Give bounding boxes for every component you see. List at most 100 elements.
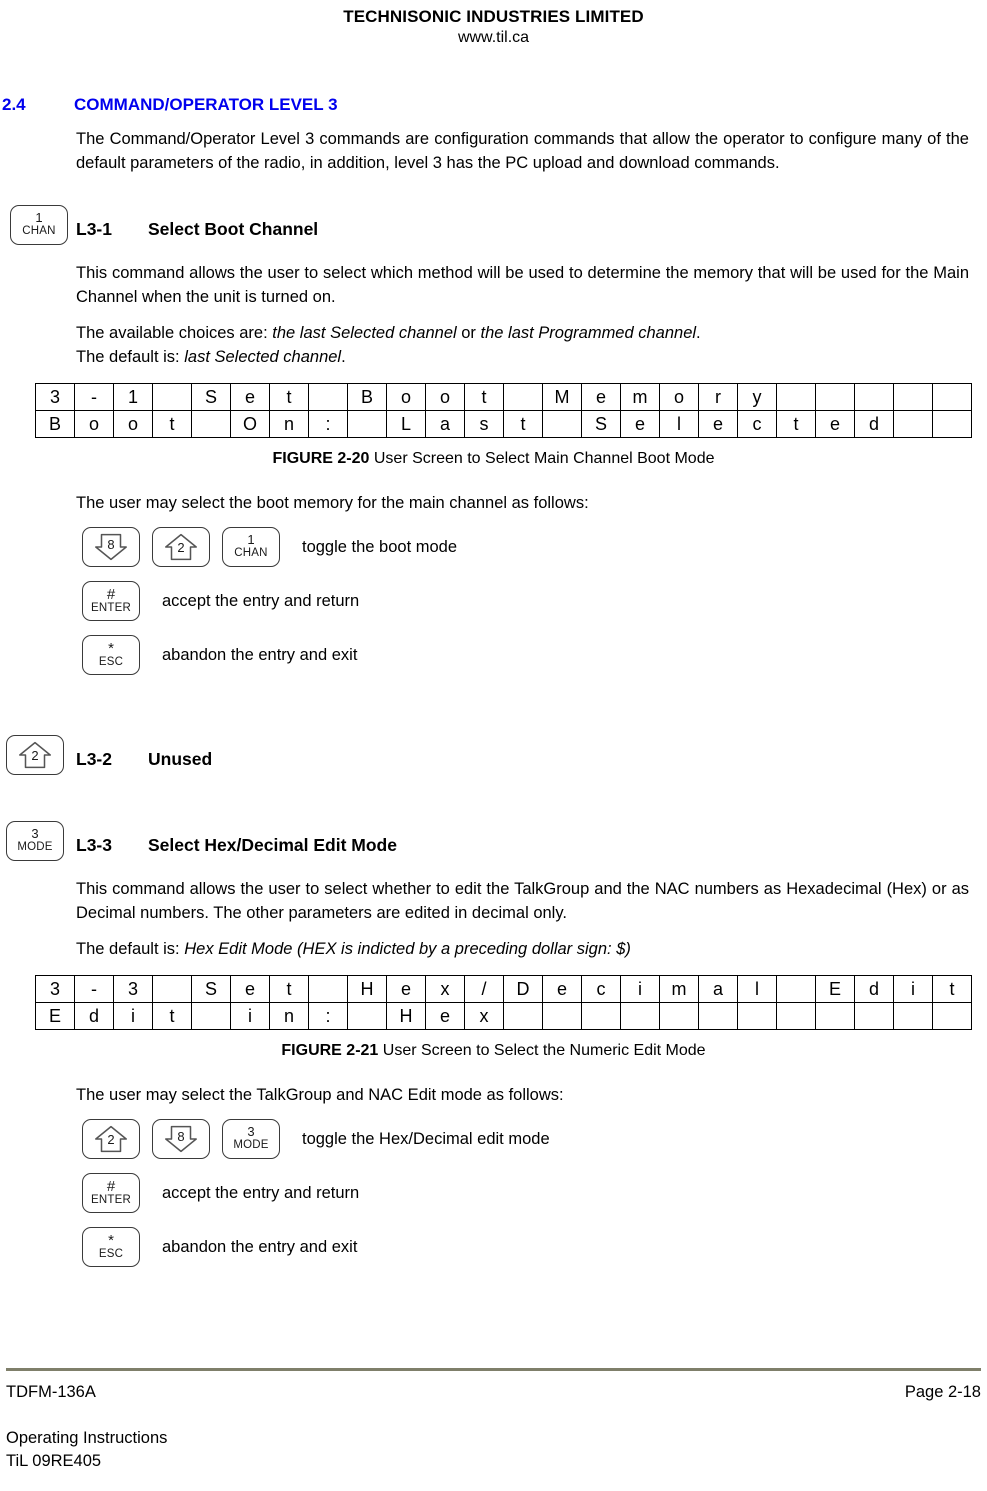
command-body-l3-3: This command allows the user to select w… — [76, 877, 969, 961]
legend-row: * ESC abandon the entry and exit — [82, 635, 987, 675]
keypad-key-chan: 1 CHAN — [222, 527, 280, 567]
key-top-label: 2 — [31, 748, 39, 763]
screen-cell: t — [152, 1002, 192, 1030]
screen-cell — [542, 410, 582, 438]
screen-cell — [620, 1002, 660, 1030]
key-bottom-label: MODE — [233, 1139, 269, 1151]
screen-cell: i — [620, 975, 660, 1003]
legend-description: accept the entry and return — [162, 1183, 360, 1202]
screen-cell — [776, 383, 816, 411]
screen-cell: o — [425, 383, 465, 411]
screen-cell — [308, 975, 348, 1003]
screen-table-row: BootOn:LastSelected — [35, 410, 972, 438]
footer-left: TDFM-136A Operating Instructions TiL 09RE… — [6, 1381, 167, 1473]
document-page: TECHNISONIC INDUSTRIES LIMITED www.til.c… — [0, 0, 987, 1491]
key-icon-chan: 1 CHAN — [10, 205, 68, 245]
footer-content: TDFM-136A Operating Instructions TiL 09RE… — [6, 1381, 981, 1473]
command-block-l3-2: 2 L3-2 Unused — [0, 735, 987, 779]
screen-cell: S — [191, 383, 231, 411]
default-value: Hex Edit Mode (HEX is indicted by a prec… — [184, 940, 631, 958]
figure-caption-text: User Screen to Select the Numeric Edit M… — [378, 1042, 706, 1059]
key-bottom-label: CHAN — [22, 225, 56, 237]
screen-cell: S — [191, 975, 231, 1003]
legend-row: # ENTER accept the entry and return — [82, 1173, 987, 1213]
key-bottom-label: MODE — [17, 841, 53, 853]
screen-cell: t — [152, 410, 192, 438]
screen-cell: H — [386, 1002, 426, 1030]
legend-key-group: * ESC — [82, 635, 152, 675]
command-title: Select Hex/Decimal Edit Mode — [148, 835, 397, 855]
screen-table-2-20: 3-1SetBootMemoryBootOn:LastSelected — [35, 383, 972, 438]
screen-cell — [893, 1002, 933, 1030]
screen-cell: x — [425, 975, 465, 1003]
screen-cell: e — [620, 410, 660, 438]
command-heading-l3-1: L3-1 Select Boot Channel — [76, 205, 987, 240]
screen-cell: n — [269, 410, 309, 438]
figure-caption-text: User Screen to Select Main Channel Boot … — [369, 450, 715, 467]
legend-key-group: * ESC — [82, 1227, 152, 1267]
command-id: L3-2 — [76, 749, 112, 769]
screen-cell: o — [113, 410, 153, 438]
screen-cell: - — [74, 975, 114, 1003]
screen-cell: 3 — [113, 975, 153, 1003]
key-top-label: 8 — [107, 537, 115, 552]
screen-cell — [893, 410, 933, 438]
key-top-label: * — [108, 640, 114, 657]
screen-cell: r — [698, 383, 738, 411]
screen-cell: m — [659, 975, 699, 1003]
screen-cell — [581, 1002, 621, 1030]
figure-caption-2-20: FIGURE 2-20 User Screen to Select Main C… — [35, 450, 952, 468]
default-value: last Selected channel — [184, 348, 342, 366]
screen-cell: c — [737, 410, 777, 438]
default-suffix: . — [341, 348, 346, 366]
screen-cell: m — [620, 383, 660, 411]
key-top-label: 3 — [247, 1124, 255, 1139]
screen-cell: : — [308, 1002, 348, 1030]
screen-cell — [776, 1002, 816, 1030]
screen-cell: e — [230, 383, 270, 411]
keypad-key-2-up: 2 — [152, 527, 210, 567]
screen-cell: e — [230, 975, 270, 1003]
keypad-key-enter: # ENTER — [82, 581, 140, 621]
footer-doc-type: Operating Instructions — [6, 1429, 168, 1447]
screen-cell: i — [230, 1002, 270, 1030]
keypad-key-2-up: 2 — [82, 1119, 140, 1159]
screen-cell: - — [74, 383, 114, 411]
screen-table-wrap-2-21: 3-3 Se t He x / De c i m a l Ed i t Ed i t i n: He x — [35, 975, 987, 1030]
screen-cell: a — [425, 410, 465, 438]
screen-cell: e — [386, 975, 426, 1003]
screen-table-row: Editin:Hex — [35, 1002, 972, 1030]
screen-cell — [932, 410, 972, 438]
keypad-key-enter: # ENTER — [82, 1173, 140, 1213]
page-footer: TDFM-136A Operating Instructions TiL 09RE… — [0, 1368, 987, 1473]
key-top-label: # — [106, 1178, 116, 1195]
screen-cell — [347, 1002, 387, 1030]
screen-table-2-21: 3-3 Se t He x / De c i m a l Ed i t Ed i t i n: He x — [35, 975, 972, 1030]
screen-cell: l — [737, 975, 777, 1003]
legend-key-group: 2 8 3 MODE — [82, 1119, 292, 1159]
choices-option-2: the last Programmed channel — [480, 324, 697, 342]
screen-cell — [152, 975, 192, 1003]
screen-cell — [815, 383, 855, 411]
legend-row: * ESC abandon the entry and exit — [82, 1227, 987, 1267]
command-default: The default is: Hex Edit Mode (HEX is in… — [76, 937, 969, 961]
figure-number: FIGURE 2-20 — [272, 450, 370, 467]
footer-model: TDFM-136A — [6, 1383, 96, 1401]
section-title: COMMAND/OPERATOR LEVEL 3 — [74, 95, 338, 114]
screen-cell: x — [464, 1002, 504, 1030]
screen-table-body: 3-1SetBootMemoryBootOn:LastSelected — [35, 383, 972, 438]
screen-cell — [854, 1002, 894, 1030]
legend-description: toggle the Hex/Decimal edit mode — [302, 1129, 550, 1148]
command-id: L3-1 — [76, 219, 112, 239]
legend-intro-2: The user may select the TalkGroup and NA… — [76, 1086, 564, 1104]
footer-divider — [6, 1368, 981, 1371]
screen-cell: o — [386, 383, 426, 411]
screen-cell — [698, 1002, 738, 1030]
screen-cell — [893, 383, 933, 411]
screen-cell: M — [542, 383, 582, 411]
screen-cell: O — [230, 410, 270, 438]
company-name: TECHNISONIC INDUSTRIES LIMITED — [343, 7, 644, 26]
legend-description: accept the entry and return — [162, 591, 360, 610]
screen-cell: : — [308, 410, 348, 438]
screen-cell: / — [464, 975, 504, 1003]
